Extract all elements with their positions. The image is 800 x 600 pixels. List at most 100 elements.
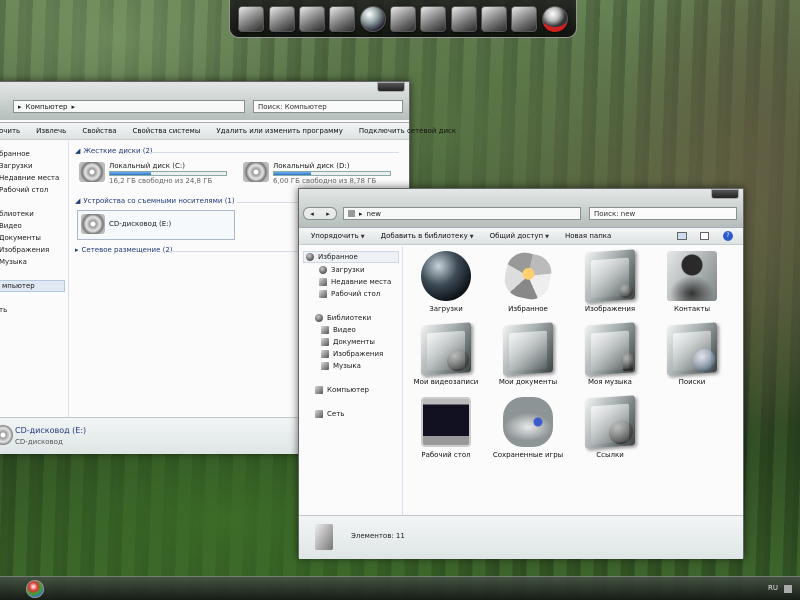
drive-usage-bar (109, 171, 227, 176)
view-options-icon[interactable] (677, 232, 687, 240)
drive-d[interactable]: Локальный диск (D:) 6,00 ГБ свободно из … (243, 162, 391, 185)
nav-computer[interactable]: Компьютер (315, 386, 369, 394)
nav-video[interactable]: Видео (0, 222, 22, 230)
nav-libraries[interactable]: Библиотеки (315, 314, 371, 322)
folder-item-desktop[interactable]: Рабочий стол (407, 397, 485, 459)
folder-item-saved-games[interactable]: Сохраненные игры (489, 397, 567, 459)
help-icon[interactable]: ? (723, 231, 733, 241)
drive-e[interactable]: CD-дисковод (E:) (77, 210, 235, 240)
folder-item-pictures[interactable]: Изображения (571, 249, 649, 313)
map-drive-button[interactable]: Подключить сетевой диск (351, 127, 464, 135)
network-icon[interactable] (268, 5, 295, 32)
panel-icon[interactable] (389, 5, 416, 32)
preview-pane-icon[interactable] (700, 232, 709, 240)
display-icon[interactable] (238, 5, 265, 32)
hard-disks-header[interactable]: ◢ Жесткие диски (2) (75, 147, 153, 155)
media-icon[interactable] (481, 5, 508, 32)
folder-item-music[interactable]: Моя музыка (571, 322, 649, 386)
nav-downloads[interactable]: Загрузки (0, 162, 33, 170)
removable-header[interactable]: ◢ Устройства со съемными носителями (1) (75, 197, 235, 205)
nav-network[interactable]: ть (0, 306, 7, 314)
nav-documents[interactable]: Документы (0, 234, 41, 242)
nav-pictures[interactable]: Изображения (0, 246, 49, 254)
organize-button[interactable]: Упорядочить ▼ (299, 232, 373, 240)
nav-recent[interactable]: Недавние места (319, 278, 391, 286)
nav-libraries[interactable]: блиотеки (0, 210, 34, 218)
nav-documents[interactable]: Документы (321, 338, 375, 346)
folder-icon (348, 210, 355, 217)
nav-downloads[interactable]: Загрузки (319, 266, 365, 274)
new-folder-button[interactable]: Новая папка (557, 232, 619, 240)
gamepad-icon[interactable] (329, 5, 356, 32)
address-bar[interactable]: ▸ Компьютер ▸ (13, 100, 245, 113)
computer-icon[interactable] (511, 5, 538, 32)
folder-item-favorites[interactable]: Избранное (489, 249, 567, 313)
nav-computer[interactable]: мпьютер (0, 280, 65, 292)
address-text: Компьютер (25, 102, 68, 111)
uninstall-button[interactable]: Удалить или изменить программу (208, 127, 350, 135)
recent-places-icon (319, 278, 327, 286)
back-arrow-icon[interactable]: ◂ (310, 210, 314, 218)
drive-name: CD-дисковод (E:) (109, 220, 172, 228)
nav-desktop[interactable]: Рабочий стол (0, 186, 48, 194)
show-desktop-icon[interactable] (784, 585, 792, 593)
address-bar[interactable]: ▸ new (343, 207, 581, 220)
desktop-icon (421, 397, 471, 447)
documents-icon (503, 322, 553, 376)
command-bar: очить Извлечь Свойства Свойства системы … (0, 122, 456, 140)
network-location-header[interactable]: ▸ Сетевое размещение (2) (75, 246, 173, 254)
drive-c[interactable]: Локальный диск (C:) 16,2 ГБ свободно из … (79, 162, 227, 185)
cd-drive-icon (81, 214, 105, 234)
title-bar: ◂ ▸ ▸ new Поиск: new (299, 189, 743, 227)
folder-item-downloads[interactable]: Загрузки (407, 251, 485, 313)
close-button[interactable] (711, 189, 739, 199)
hard-disk-icon (79, 162, 105, 182)
share-button[interactable]: Общий доступ ▼ (482, 232, 557, 240)
chevron-down-icon: ▼ (545, 234, 549, 240)
video-icon (321, 326, 329, 334)
nav-network[interactable]: Сеть (315, 410, 344, 418)
tools-icon[interactable] (420, 5, 447, 32)
add-to-library-button[interactable]: Добавить в библиотеку ▼ (373, 232, 482, 240)
chevron-down-icon: ▼ (360, 234, 365, 240)
folder-item-searches[interactable]: Поиски (653, 322, 731, 386)
navigation-pane: Избранное Загрузки Недавние места Рабочи… (299, 246, 403, 515)
divider (149, 152, 399, 153)
nav-desktop[interactable]: Рабочий стол (319, 290, 380, 298)
search-input[interactable]: Поиск: Компьютер (253, 100, 403, 113)
start-button[interactable] (26, 580, 44, 598)
pictures-icon (585, 249, 635, 303)
properties-button[interactable]: Свойства (74, 127, 124, 135)
globe-icon[interactable] (359, 5, 386, 32)
pictures-icon (321, 350, 329, 358)
file-list: Загрузки Избранное Изображения Контакты … (405, 246, 743, 515)
documents-icon (321, 338, 329, 346)
language-indicator[interactable]: RU (768, 584, 778, 592)
organize-button[interactable]: очить (0, 127, 28, 135)
system-properties-button[interactable]: Свойства системы (125, 127, 209, 135)
forward-arrow-icon[interactable]: ▸ (326, 210, 330, 218)
network-icon (315, 410, 323, 418)
nav-recent[interactable]: Недавние места (0, 174, 59, 182)
drive-usage-fill (110, 172, 151, 175)
details-title: CD-дисковод (E:) (15, 426, 87, 435)
eject-button[interactable]: Извлечь (28, 127, 74, 135)
folder-item-videos[interactable]: Мои видеозаписи (407, 322, 485, 386)
arrow-right-icon: ▸ (359, 209, 363, 218)
camera-badge-icon (619, 283, 633, 299)
user-icon[interactable] (541, 5, 568, 32)
folder-item-contacts[interactable]: Контакты (653, 251, 731, 313)
nav-music[interactable]: Музыка (0, 258, 27, 266)
nav-favorites[interactable]: Избранное (303, 251, 399, 263)
nav-music[interactable]: Музыка (321, 362, 361, 370)
folder-item-documents[interactable]: Мои документы (489, 322, 567, 386)
printer-icon[interactable] (450, 5, 477, 32)
nav-video[interactable]: Видео (321, 326, 356, 334)
folder-item-links[interactable]: Ссылки (571, 395, 649, 459)
nav-favorites[interactable]: бранное (0, 150, 30, 158)
camera-icon[interactable] (298, 5, 325, 32)
nav-pictures[interactable]: Изображения (321, 350, 383, 358)
search-input[interactable]: Поиск: new (589, 207, 737, 220)
close-button[interactable] (377, 82, 405, 92)
folder-icon (315, 524, 333, 550)
